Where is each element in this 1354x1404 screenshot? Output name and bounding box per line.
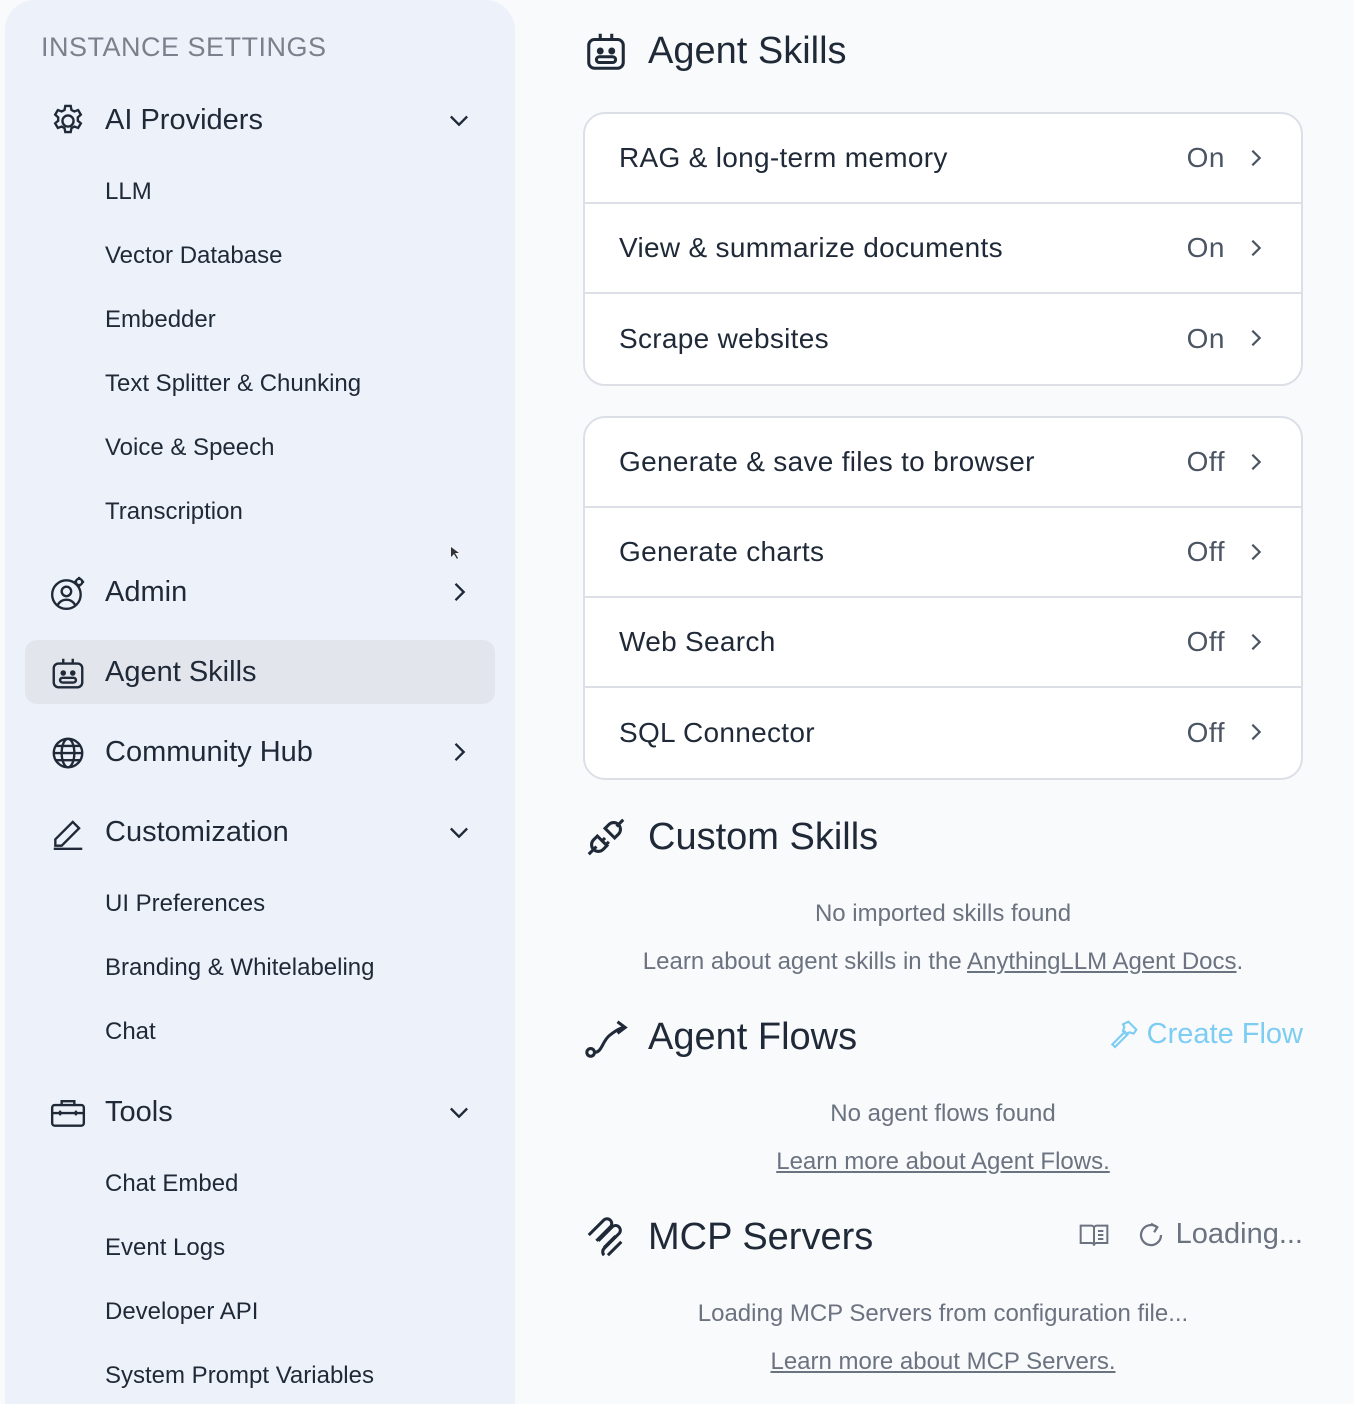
default-skills-card: RAG & long-term memory On View & summari… — [583, 112, 1303, 386]
chevron-down-icon[interactable] — [445, 818, 473, 846]
skill-label: SQL Connector — [619, 717, 815, 748]
agent-flows-title: Agent Flows — [648, 1016, 858, 1058]
chevron-right-icon — [1251, 239, 1262, 257]
sidebar-item-embedder[interactable]: Embedder — [105, 306, 216, 334]
mcp-loading-message: Loading MCP Servers from configuration f… — [697, 1300, 1189, 1327]
skill-row-summarize[interactable]: View & summarize documents On — [585, 204, 1301, 294]
hammer-icon — [1110, 1019, 1138, 1049]
chevron-right-icon[interactable] — [445, 738, 473, 766]
custom-skills-empty: No imported skills found — [814, 900, 1072, 927]
sidebar-item-developer-api[interactable]: Developer API — [105, 1298, 258, 1326]
mcp-icon — [587, 1217, 623, 1257]
sidebar-group-label: AI Providers — [105, 103, 263, 136]
sidebar-item-voice-speech[interactable]: Voice & Speech — [105, 434, 274, 462]
robot-icon — [587, 33, 625, 70]
custom-skills-title: Custom Skills — [648, 816, 879, 858]
refresh-icon[interactable] — [1136, 1220, 1166, 1250]
skill-row-sql-connector[interactable]: SQL Connector Off — [585, 688, 1301, 778]
skill-row-rag[interactable]: RAG & long-term memory On — [585, 114, 1301, 204]
sidebar-group-customization[interactable]: Customization — [25, 800, 495, 864]
skill-row-save-files[interactable]: Generate & save files to browser Off — [585, 418, 1301, 508]
page-title: Agent Skills — [648, 30, 847, 72]
sidebar-heading: INSTANCE SETTINGS — [41, 32, 327, 62]
learn-suffix: . — [1236, 948, 1244, 975]
sidebar-item-event-logs[interactable]: Event Logs — [105, 1234, 225, 1262]
chevron-right-icon — [1251, 633, 1262, 651]
skill-status: Off — [1186, 446, 1225, 477]
sidebar-group-tools[interactable]: Tools — [25, 1080, 495, 1144]
chevron-right-icon — [1251, 723, 1262, 741]
sidebar-item-branding[interactable]: Branding & Whitelabeling — [105, 954, 375, 982]
agent-docs-link[interactable]: AnythingLLM Agent Docs — [967, 948, 1237, 975]
sidebar-item-vector-database[interactable]: Vector Database — [105, 242, 282, 270]
skill-row-charts[interactable]: Generate charts Off — [585, 508, 1301, 598]
sidebar-item-system-prompt-variables[interactable]: System Prompt Variables — [105, 1362, 374, 1390]
sidebar-group-label: Admin — [105, 575, 188, 608]
user-gear-icon — [50, 576, 85, 611]
sidebar-item-llm[interactable]: LLM — [105, 178, 152, 206]
mcp-learn-link[interactable]: Learn more about MCP Servers. — [770, 1348, 1115, 1375]
skill-status: Off — [1186, 717, 1225, 748]
plug-icon — [587, 818, 625, 856]
skill-label: RAG & long-term memory — [619, 142, 948, 173]
robot-icon — [52, 658, 84, 689]
sidebar-group-label: Community Hub — [105, 735, 313, 768]
optional-skills-card: Generate & save files to browser Off Gen… — [583, 416, 1303, 780]
pencil-icon — [53, 820, 83, 851]
create-flow-button[interactable]: Create Flow — [1107, 1018, 1303, 1051]
skill-label: Generate & save files to browser — [619, 446, 1035, 477]
skill-row-web-search[interactable]: Web Search Off — [585, 598, 1301, 688]
skill-label: Scrape websites — [619, 323, 829, 354]
globe-icon — [52, 737, 84, 769]
chevron-right-icon[interactable] — [445, 578, 473, 606]
sidebar-item-chat[interactable]: Chat — [105, 1018, 156, 1046]
chevron-right-icon — [1251, 329, 1262, 347]
skill-label: View & summarize documents — [619, 232, 1003, 263]
agent-flows-empty: No agent flows found — [830, 1100, 1056, 1127]
create-flow-label: Create Flow — [1146, 1018, 1303, 1050]
book-icon[interactable] — [1078, 1219, 1110, 1251]
agent-flows-learn-link[interactable]: Learn more about Agent Flows. — [776, 1148, 1110, 1175]
sidebar-group-community-hub[interactable]: Community Hub — [25, 720, 495, 784]
skill-status: On — [1186, 232, 1225, 263]
mcp-toolbar: Loading... — [1078, 1218, 1303, 1251]
skill-label: Web Search — [619, 626, 776, 657]
sidebar: INSTANCE SETTINGS AI Providers LLM Vecto… — [5, 0, 515, 1404]
mcp-learn-wrap: Learn more about MCP Servers. — [583, 1348, 1303, 1376]
sidebar-item-chat-embed[interactable]: Chat Embed — [105, 1170, 238, 1198]
toolbox-icon — [50, 1099, 86, 1127]
sidebar-group-admin[interactable]: Admin — [25, 560, 495, 624]
sidebar-group-label: Tools — [105, 1095, 173, 1128]
sidebar-group-label: Customization — [105, 815, 289, 848]
chevron-right-icon — [1251, 543, 1262, 561]
sidebar-item-transcription[interactable]: Transcription — [105, 498, 243, 526]
mouse-cursor-icon — [451, 547, 459, 559]
sidebar-group-agent-skills[interactable]: Agent Skills — [25, 640, 495, 704]
skill-status: Off — [1186, 626, 1225, 657]
skill-status: On — [1186, 142, 1225, 173]
chevron-down-icon[interactable] — [445, 106, 473, 134]
sidebar-item-text-splitter[interactable]: Text Splitter & Chunking — [105, 370, 361, 398]
learn-prefix: Learn about agent skills in the — [642, 948, 968, 975]
skill-status: Off — [1186, 536, 1225, 567]
skill-status: On — [1186, 323, 1225, 354]
custom-skills-learn-text: Learn about agent skills in the Anything… — [583, 948, 1303, 976]
gear-icon — [53, 104, 83, 134]
skill-row-scrape[interactable]: Scrape websites On — [585, 294, 1301, 384]
sidebar-item-ui-preferences[interactable]: UI Preferences — [105, 890, 265, 918]
mcp-servers-title: MCP Servers — [648, 1216, 874, 1258]
agent-flows-learn-wrap: Learn more about Agent Flows. — [583, 1148, 1303, 1176]
sidebar-group-label: Agent Skills — [105, 655, 257, 688]
chevron-right-icon — [1251, 453, 1262, 471]
skill-label: Generate charts — [619, 536, 825, 567]
mcp-loading-label: Loading... — [1175, 1218, 1303, 1250]
flow-icon — [585, 1020, 628, 1058]
chevron-right-icon — [1251, 149, 1262, 167]
sidebar-group-ai-providers[interactable]: AI Providers — [25, 88, 495, 152]
chevron-down-icon[interactable] — [445, 1098, 473, 1126]
